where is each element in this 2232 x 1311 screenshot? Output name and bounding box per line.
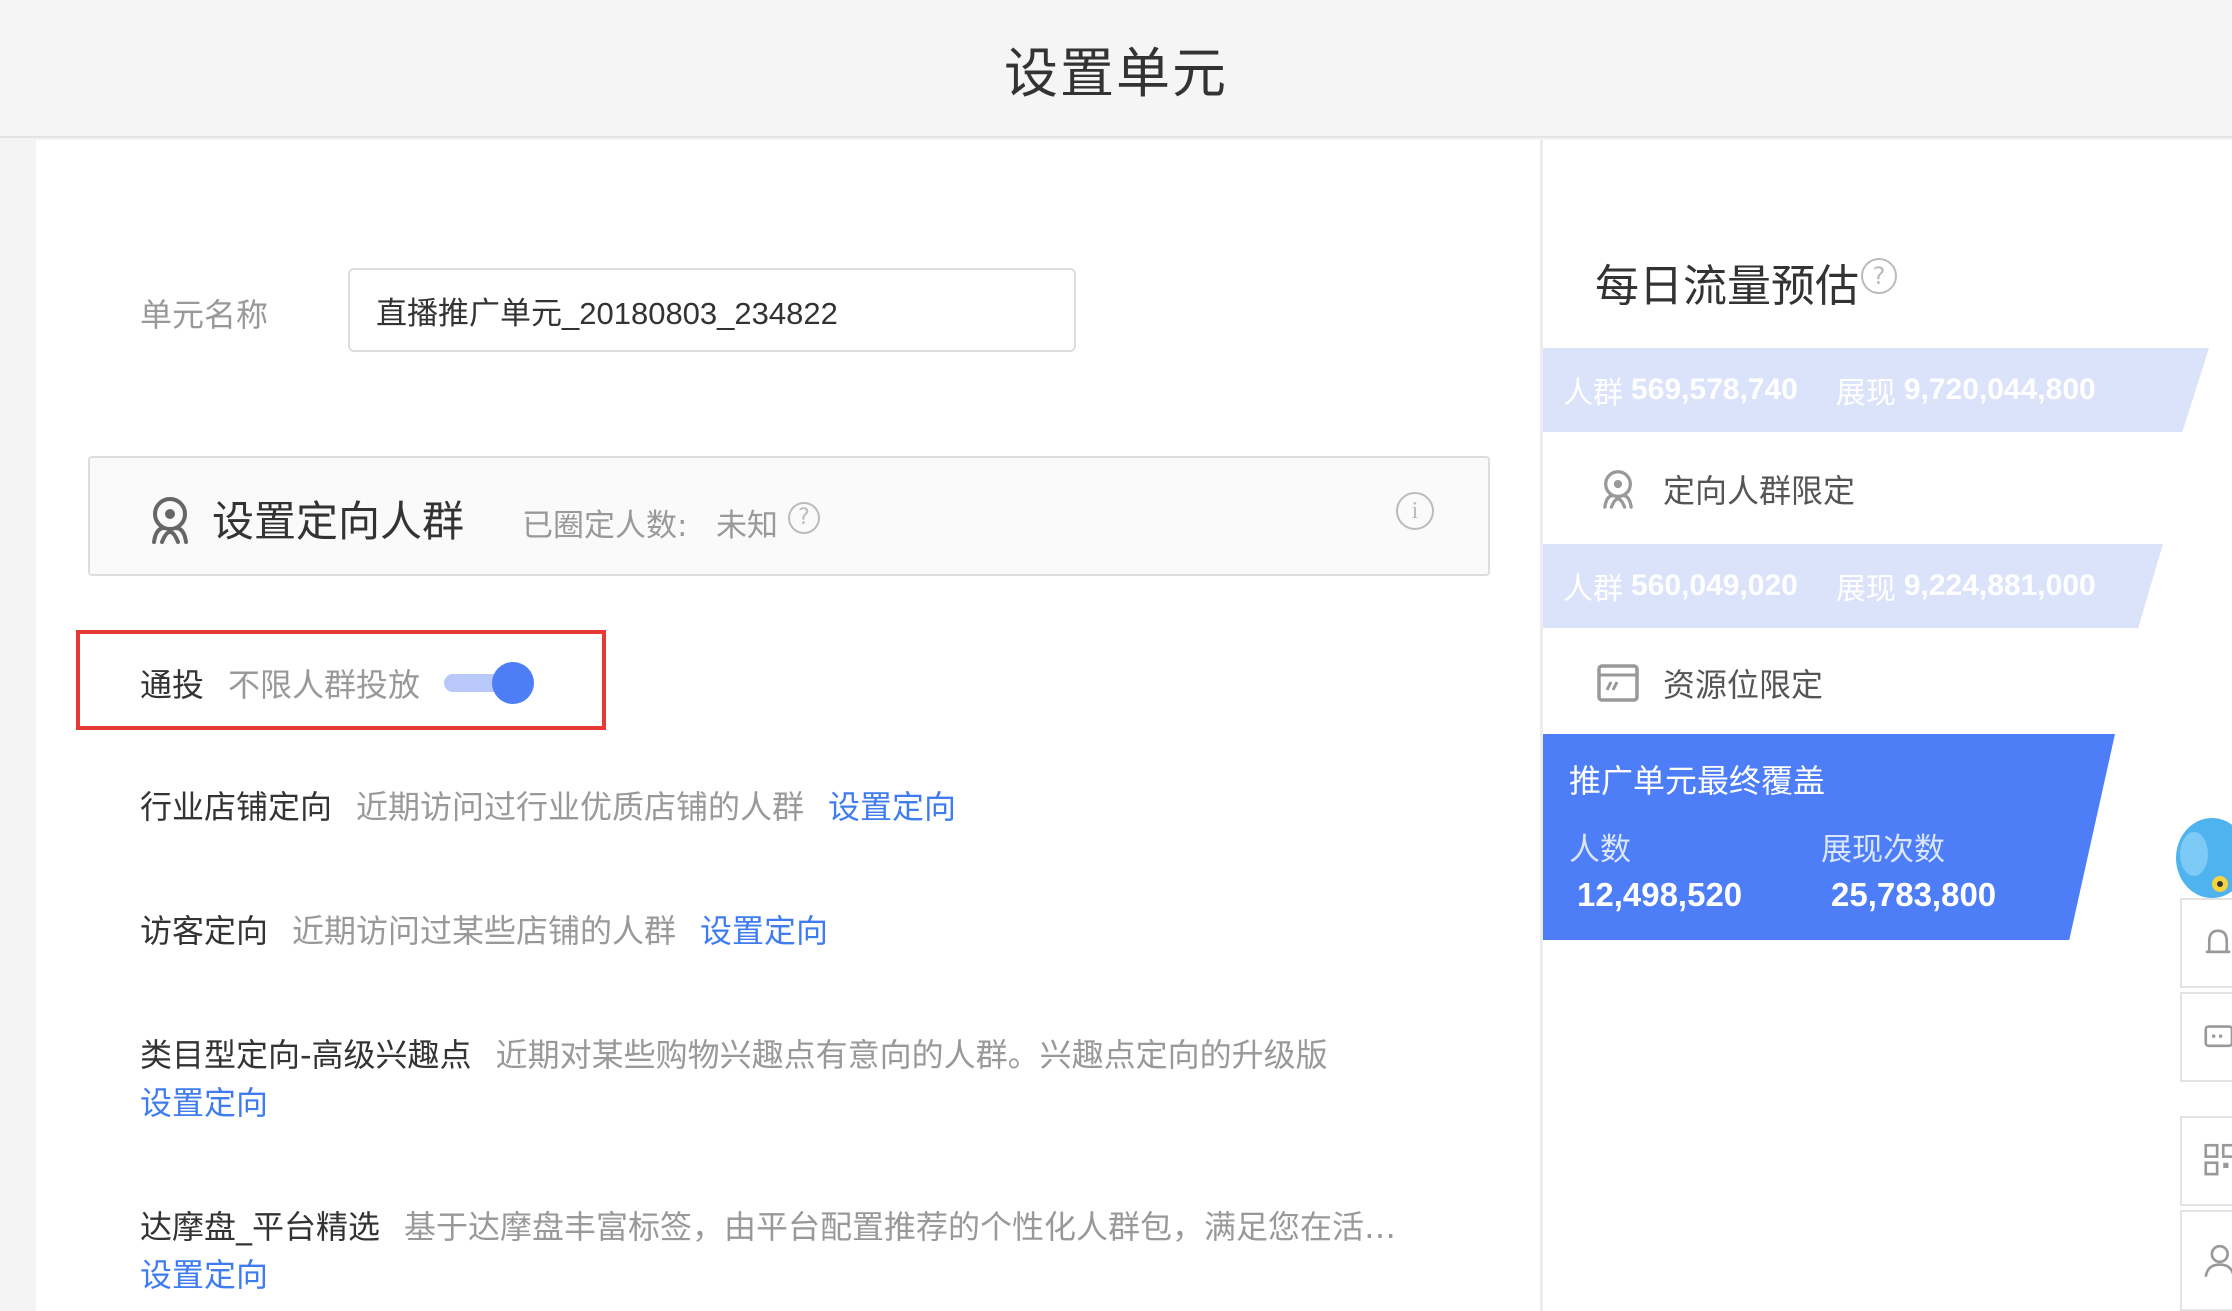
unit-name-input[interactable]: [348, 268, 1076, 352]
estimate-band-audience: 人群 560,049,020 展现 9,224,881,000: [1543, 544, 2163, 628]
band-impressions-label: 展现: [1835, 573, 1896, 606]
option-visitor: 访客定向 近期访问过某些店铺的人群 设置定向: [140, 906, 828, 952]
info-icon[interactable]: i: [1396, 492, 1434, 530]
option-description: 近期访问过某些店铺的人群: [292, 912, 677, 950]
step-audience-limit: 定向人群限定: [1595, 466, 1855, 512]
step-label: 资源位限定: [1663, 666, 1824, 704]
general-delivery-description: 不限人群投放: [228, 666, 421, 704]
step-label: 定向人群限定: [1663, 472, 1856, 510]
help-icon[interactable]: ?: [788, 502, 820, 534]
chat-icon: [2204, 1025, 2232, 1048]
notification-button[interactable]: [2180, 898, 2232, 988]
option-title: 类目型定向-高级兴趣点: [140, 1036, 472, 1074]
targeting-title: 设置定向人群: [212, 497, 465, 546]
set-targeting-link[interactable]: 设置定向: [140, 1078, 268, 1124]
placement-icon: [1597, 664, 1639, 702]
set-targeting-link[interactable]: 设置定向: [700, 912, 828, 950]
option-title: 达摩盘_平台精选: [140, 1208, 381, 1246]
targeted-count-label: 已圈定人数:: [522, 508, 688, 544]
user-icon: [2204, 1244, 2232, 1277]
step-placement-limit: 资源位限定: [1595, 660, 1823, 706]
band-impressions-value: 9,224,881,000: [1903, 569, 2096, 602]
band-impressions-label: 展现: [1835, 377, 1896, 410]
page-title: 设置单元: [1004, 41, 1228, 105]
option-industry-store: 行业店铺定向 近期访问过行业优质店铺的人群 设置定向: [140, 782, 956, 828]
option-title: 访客定向: [140, 912, 269, 950]
band-people-value: 560,049,020: [1631, 569, 1798, 602]
option-description: 近期访问过行业优质店铺的人群: [356, 788, 805, 826]
option-description: 基于达摩盘丰富标签，由平台配置推荐的个性化人群包，满足您在活…: [404, 1208, 1397, 1246]
option-damopan-platform: 达摩盘_平台精选 基于达摩盘丰富标签，由平台配置推荐的个性化人群包，满足您在活…: [140, 1202, 1420, 1248]
targeted-count-value: 未知: [716, 508, 778, 544]
final-coverage-title: 推广单元最终覆盖: [1569, 762, 1826, 800]
general-delivery-label: 通投: [140, 666, 205, 704]
estimate-title: 每日流量预估: [1595, 261, 1859, 312]
final-coverage-card: 推广单元最终覆盖 人数 展现次数 12,498,520 25,783,800: [1543, 734, 2115, 940]
general-delivery-toggle[interactable]: [440, 662, 536, 704]
crowd-icon: [152, 497, 188, 544]
toggle-knob[interactable]: [492, 662, 534, 704]
help-icon[interactable]: ?: [1861, 258, 1897, 294]
option-title: 行业店铺定向: [140, 788, 333, 826]
traffic-estimate-panel: 每日流量预估 ? 人群 569,578,740 展现 9,720,044,800…: [1543, 140, 2232, 1311]
band-people-label: 人群: [1563, 573, 1623, 606]
user-button[interactable]: [2180, 1210, 2232, 1311]
set-targeting-link[interactable]: 设置定向: [140, 1250, 268, 1296]
option-category-interest: 类目型定向-高级兴趣点 近期对某些购物兴趣点有意向的人群。兴趣点定向的升级版: [140, 1030, 1352, 1076]
estimate-band-total: 人群 569,578,740 展现 9,720,044,800: [1543, 348, 2209, 432]
mascot-icon[interactable]: [2172, 814, 2232, 904]
band-people-label: 人群: [1563, 377, 1623, 410]
unit-name-label: 单元名称: [140, 296, 269, 334]
final-people-label: 人数: [1569, 832, 1631, 868]
final-impressions-label: 展现次数: [1821, 832, 1945, 868]
final-impressions-value: 25,783,800: [1831, 876, 1997, 913]
page-header: 设置单元: [0, 0, 2232, 138]
band-people-value: 569,578,740: [1631, 373, 1798, 406]
option-description: 近期对某些购物兴趣点有意向的人群。兴趣点定向的升级版: [495, 1036, 1328, 1074]
qrcode-icon: [2204, 1143, 2232, 1176]
final-people-value: 12,498,520: [1577, 876, 1743, 913]
qrcode-button[interactable]: [2180, 1116, 2232, 1206]
targeting-section-header: 设置定向人群 已圈定人数: 未知 ? i: [88, 456, 1490, 576]
chat-button[interactable]: [2180, 992, 2232, 1082]
crowd-icon: [1603, 470, 1633, 509]
band-impressions-value: 9,720,044,800: [1903, 373, 2096, 406]
bell-icon: [2205, 929, 2231, 954]
set-targeting-link[interactable]: 设置定向: [828, 788, 956, 826]
